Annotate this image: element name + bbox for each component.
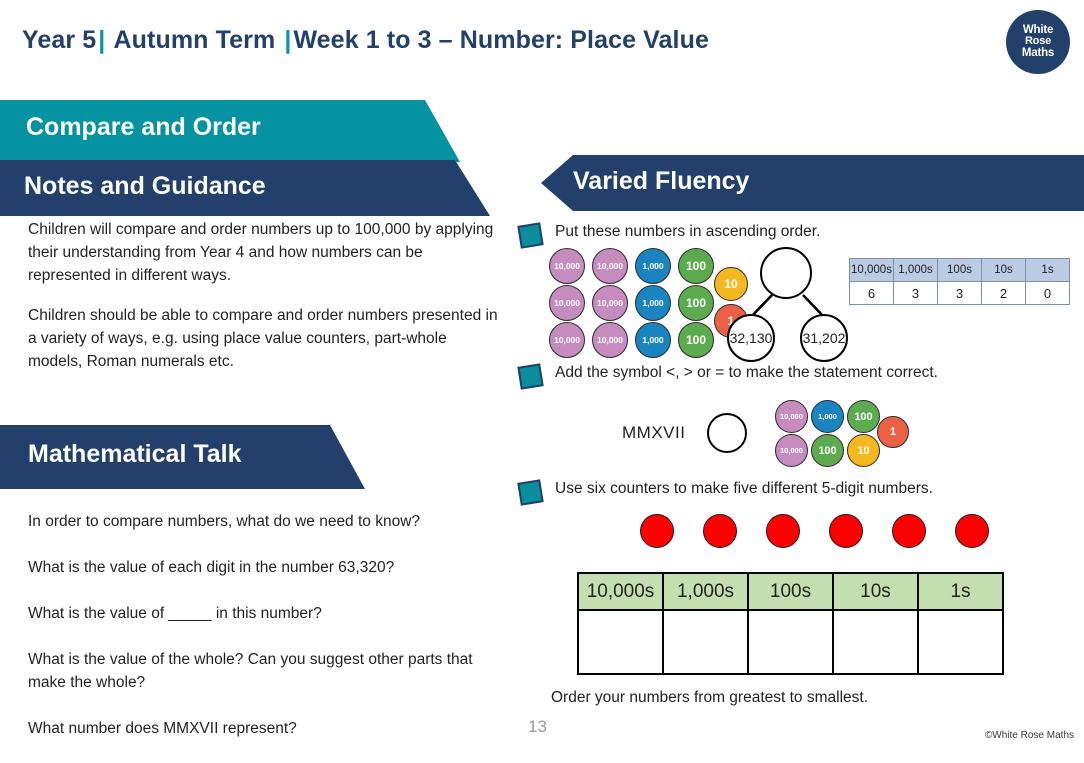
title-term: Autumn Term — [113, 26, 276, 54]
part-whole-part-right: 31,202 — [800, 314, 848, 362]
question-1-place-value-table: 10,000s 1,000s 100s 10s 1s 6 3 3 2 0 — [849, 258, 1070, 305]
talk-question: What is the value of the whole? Can you … — [28, 651, 473, 691]
copyright-notice: ©White Rose Maths — [984, 730, 1074, 741]
notes-banner-label: Notes and Guidance — [24, 172, 266, 200]
bullet-square-icon — [517, 479, 544, 506]
slide: Year 5| Autumn Term |Week 1 to 3 – Numbe… — [0, 0, 1084, 750]
red-counter — [766, 514, 800, 548]
table-header-row: 10,000s 1,000s 100s 10s 1s — [849, 258, 1070, 282]
question-2-counter-group: 10,000 1,000 100 10,000 100 10 1 — [775, 400, 909, 472]
title-year: Year 5 — [22, 26, 97, 54]
counter-10: 10 — [847, 434, 880, 467]
table-cell: 3 — [937, 281, 982, 305]
counter-100: 100 — [847, 400, 880, 433]
table-cell[interactable] — [577, 609, 664, 675]
question-2: Add the symbol <, > or = to make the sta… — [517, 363, 938, 390]
red-counter — [640, 514, 674, 548]
column-header: 10,000s — [577, 572, 664, 611]
column-header: 1s — [1025, 258, 1070, 282]
counter-10000: 10,000 — [775, 434, 808, 467]
talk-question: What is the value of each digit in the n… — [28, 559, 395, 576]
counter-1000: 1,000 — [635, 248, 671, 284]
talk-question: What number does MMXVII represent? — [28, 720, 297, 737]
title-week: Week 1 to 3 – Number: Place Value — [293, 26, 709, 54]
question-3-closing-text: Order your numbers from greatest to smal… — [551, 689, 869, 706]
question-3-place-value-table: 10,000s 1,000s 100s 10s 1s — [577, 572, 1004, 675]
column-header: 10,000s — [849, 258, 894, 282]
roman-numeral-value: MMXVII — [622, 423, 686, 442]
mathematical-talk-banner-label: Mathematical Talk — [28, 440, 242, 468]
notes-and-guidance-text: Children will compare and order numbers … — [28, 218, 498, 390]
bullet-square-icon — [517, 222, 544, 249]
table-cell[interactable] — [662, 609, 749, 675]
counter-10000: 10,000 — [592, 322, 628, 358]
table-cell[interactable] — [747, 609, 834, 675]
mathematical-talk-list: In order to compare numbers, what do we … — [28, 510, 506, 763]
white-rose-maths-logo: White Rose Maths — [1006, 10, 1070, 74]
counter-100: 100 — [678, 285, 714, 321]
slide-header: Year 5| Autumn Term |Week 1 to 3 – Numbe… — [0, 0, 1084, 86]
title-separator-1: | — [98, 26, 106, 54]
red-counter — [892, 514, 926, 548]
counter-1000: 1,000 — [811, 400, 844, 433]
table-header-row: 10,000s 1,000s 100s 10s 1s — [577, 572, 1004, 611]
counter-1000: 1,000 — [635, 285, 671, 321]
topic-banner-label: Compare and Order — [26, 113, 261, 141]
counter-100: 100 — [678, 248, 714, 284]
question-3-red-counters — [640, 514, 989, 548]
counter-1: 1 — [877, 416, 909, 448]
table-row: 6 3 3 2 0 — [849, 281, 1070, 305]
notes-paragraph: Children should be able to compare and o… — [28, 307, 498, 370]
table-cell[interactable] — [917, 609, 1004, 675]
table-cell[interactable] — [832, 609, 919, 675]
question-2-text: Add the symbol <, > or = to make the sta… — [555, 364, 938, 381]
red-counter — [703, 514, 737, 548]
page-title: Year 5| Autumn Term |Week 1 to 3 – Numbe… — [22, 26, 709, 55]
counter-10000: 10,000 — [775, 400, 808, 433]
logo-line-2: Rose — [1024, 35, 1052, 48]
counter-100: 100 — [678, 322, 714, 358]
counter-10000: 10,000 — [549, 285, 585, 321]
red-counter — [955, 514, 989, 548]
question-3: Use six counters to make five different … — [517, 479, 933, 506]
page-number: 13 — [528, 717, 547, 736]
column-header: 100s — [747, 572, 834, 611]
column-header: 1,000s — [893, 258, 938, 282]
table-cell: 0 — [1025, 281, 1070, 305]
column-header: 10s — [832, 572, 919, 611]
symbol-answer-circle[interactable] — [707, 413, 748, 453]
counter-100: 100 — [811, 434, 844, 467]
notes-paragraph: Children will compare and order numbers … — [28, 221, 494, 284]
question-1: Put these numbers in ascending order. — [517, 222, 821, 249]
counter-10000: 10,000 — [549, 248, 585, 284]
title-separator-2: | — [284, 26, 292, 54]
counter-10000: 10,000 — [592, 285, 628, 321]
varied-fluency-banner-label: Varied Fluency — [573, 167, 750, 195]
bullet-square-icon — [517, 363, 544, 390]
column-header: 1s — [917, 572, 1004, 611]
red-counter — [829, 514, 863, 548]
counter-10000: 10,000 — [549, 322, 585, 358]
column-header: 1,000s — [662, 572, 749, 611]
table-cell: 3 — [893, 281, 938, 305]
question-1-text: Put these numbers in ascending order. — [555, 223, 821, 240]
part-whole-part-left: 32,130 — [727, 314, 775, 362]
counter-10000: 10,000 — [592, 248, 628, 284]
table-cell: 6 — [849, 281, 894, 305]
talk-question: What is the value of _____ in this numbe… — [28, 605, 322, 622]
question-2-comparison-row: MMXVII — [622, 413, 748, 453]
column-header: 10s — [981, 258, 1026, 282]
column-header: 100s — [937, 258, 982, 282]
logo-line-3: Maths — [1021, 46, 1055, 59]
table-row — [577, 609, 1004, 675]
question-1-counter-grid: 10,000 10,000 1,000 100 10,000 10,000 1,… — [549, 248, 748, 358]
table-cell: 2 — [981, 281, 1026, 305]
counter-1000: 1,000 — [635, 322, 671, 358]
part-whole-model: 32,130 31,202 — [715, 245, 850, 363]
question-3-text: Use six counters to make five different … — [555, 480, 933, 497]
talk-question: In order to compare numbers, what do we … — [28, 513, 421, 530]
part-whole-whole — [760, 247, 812, 299]
